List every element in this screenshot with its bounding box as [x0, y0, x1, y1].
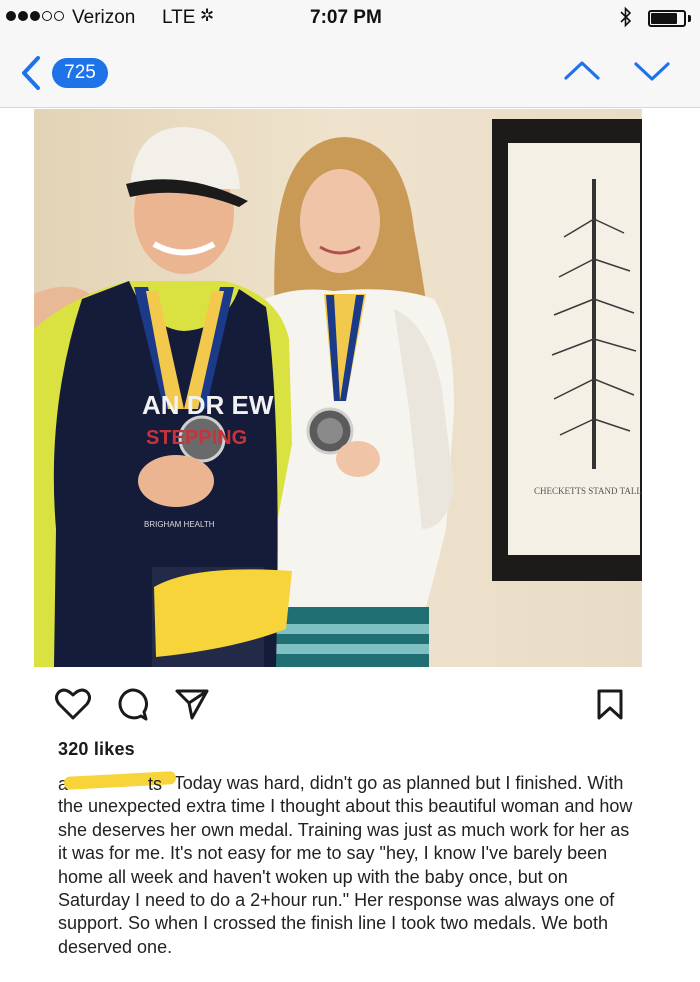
comment-icon[interactable] — [113, 686, 151, 727]
art-caption: CHECKETTS STAND TALL — [534, 486, 642, 496]
caption-username[interactable]: a ts — [58, 771, 177, 794]
activity-spinner-icon: ✲ — [200, 6, 215, 25]
jersey-name: AN DR EW — [142, 390, 274, 420]
bluetooth-icon — [620, 6, 632, 33]
battery-level — [651, 13, 677, 24]
likes-count[interactable]: 320 likes — [58, 739, 135, 760]
up-chevron-icon[interactable] — [562, 58, 602, 89]
battery-tip — [688, 15, 691, 22]
heart-icon[interactable] — [54, 686, 92, 727]
back-chevron-icon[interactable] — [18, 54, 44, 97]
jersey-sponsor: BRIGHAM HEALTH — [144, 520, 215, 529]
back-count-badge[interactable]: 725 — [52, 58, 108, 88]
network-type: LTE — [162, 7, 196, 28]
signal-strength-icon — [6, 11, 64, 21]
battery-icon — [648, 10, 686, 27]
post-caption: a ts Today was hard, didn't go as planne… — [58, 771, 638, 959]
post-photo-illustration: CHECKETTS STAND TALL AN DR EW STEPPING B… — [34, 109, 642, 667]
status-bar: Verizon LTE ✲ 7:07 PM — [0, 0, 700, 36]
carrier-name: Verizon — [72, 7, 136, 28]
bookmark-icon[interactable] — [596, 688, 624, 727]
post-photo: CHECKETTS STAND TALL AN DR EW STEPPING B… — [34, 109, 642, 667]
status-time: 7:07 PM — [310, 7, 382, 28]
share-icon[interactable] — [174, 687, 210, 726]
jersey-stepping: STEPPING — [146, 427, 247, 449]
caption-text: Today was hard, didn't go as planned but… — [58, 773, 633, 957]
down-chevron-icon[interactable] — [632, 58, 672, 89]
